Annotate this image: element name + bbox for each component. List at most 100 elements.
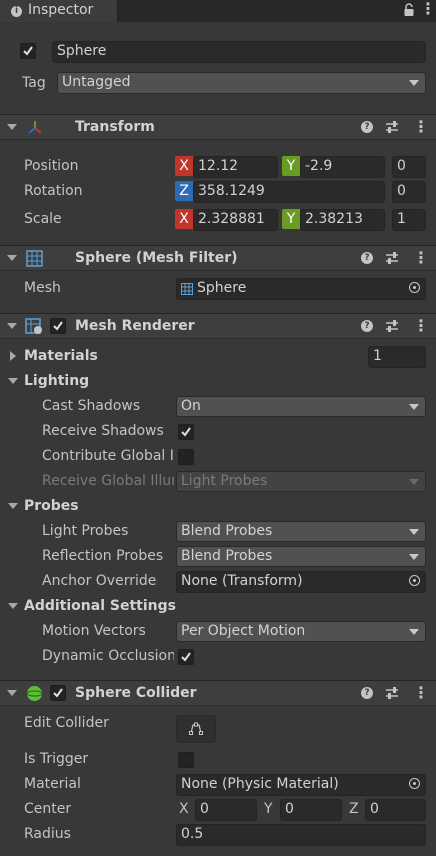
scale-x-axis[interactable]: X — [175, 209, 193, 229]
object-name-field[interactable]: Sphere — [52, 41, 426, 63]
chevron-down-icon — [409, 554, 419, 560]
foldout-arrow-icon[interactable] — [7, 323, 17, 329]
reflection-probes-dropdown[interactable]: Blend Probes — [176, 546, 426, 567]
scale-y-axis[interactable]: Y — [282, 209, 300, 229]
contribute-gi-checkbox[interactable] — [178, 449, 194, 465]
transform-title: Transform — [75, 119, 155, 135]
position-label: Position — [24, 158, 79, 174]
edit-collider-button[interactable] — [176, 715, 216, 743]
tag-value: Untagged — [62, 74, 131, 90]
reflection-probes-value: Blend Probes — [181, 548, 273, 564]
object-picker-icon[interactable] — [409, 575, 420, 586]
physic-material-value: None (Physic Material) — [181, 776, 339, 792]
probes-label[interactable]: Probes — [24, 498, 79, 514]
scale-label: Scale — [24, 211, 62, 227]
component-menu-icon[interactable]: ⋮ — [413, 250, 429, 266]
light-probes-value: Blend Probes — [181, 523, 273, 539]
dynamic-occlusion-checkbox[interactable] — [178, 649, 194, 665]
material-label: Material — [24, 776, 81, 792]
physic-material-field[interactable]: None (Physic Material) — [176, 774, 426, 796]
position-y-field[interactable]: -2.9 — [300, 156, 385, 178]
object-active-checkbox[interactable] — [20, 43, 36, 59]
lock-icon[interactable] — [403, 3, 415, 21]
scale-z-field[interactable]: 1 — [392, 209, 426, 231]
materials-count-field[interactable]: 1 — [368, 346, 426, 368]
tab-menu-icon[interactable]: ⋮ — [420, 1, 436, 17]
materials-foldout-icon[interactable] — [10, 351, 16, 361]
center-z-label[interactable]: Z — [349, 801, 359, 817]
component-menu-icon[interactable]: ⋮ — [413, 119, 429, 135]
cast-shadows-dropdown[interactable]: On — [176, 396, 426, 417]
help-icon[interactable]: ? — [361, 121, 373, 133]
position-z-field[interactable]: 0 — [392, 156, 426, 178]
object-picker-icon[interactable] — [409, 778, 420, 789]
scale-y-field[interactable]: 2.38213 — [300, 209, 385, 231]
additional-settings-foldout-icon[interactable] — [8, 603, 18, 609]
radius-field[interactable]: 0.5 — [176, 824, 426, 846]
motion-vectors-label: Motion Vectors — [42, 623, 146, 639]
mesh-renderer-header[interactable]: Mesh Renderer ? ⋮ — [0, 313, 436, 339]
lighting-foldout-icon[interactable] — [8, 378, 18, 384]
presets-icon[interactable] — [385, 119, 399, 139]
probes-foldout-icon[interactable] — [8, 503, 18, 509]
sphere-collider-enabled-checkbox[interactable] — [50, 685, 66, 701]
is-trigger-checkbox[interactable] — [178, 752, 194, 768]
help-icon[interactable]: ? — [361, 687, 373, 699]
additional-settings-label[interactable]: Additional Settings — [24, 598, 176, 614]
mesh-object-field[interactable]: Sphere — [176, 278, 426, 300]
foldout-arrow-icon[interactable] — [7, 255, 17, 261]
mesh-filter-icon — [26, 250, 43, 271]
cast-shadows-value: On — [181, 398, 201, 414]
dynamic-occlusion-label: Dynamic Occlusion — [42, 648, 174, 664]
rotation-extra-field[interactable]: 0 — [392, 181, 426, 203]
scale-x-field[interactable]: 2.328881 — [193, 209, 278, 231]
center-y-field[interactable]: 0 — [280, 799, 342, 821]
presets-icon[interactable] — [385, 685, 399, 705]
presets-icon[interactable] — [385, 318, 399, 338]
help-icon[interactable]: ? — [361, 252, 373, 264]
center-y-label[interactable]: Y — [264, 801, 273, 817]
object-picker-icon[interactable] — [409, 282, 420, 293]
rotation-z-axis[interactable]: Z — [175, 181, 193, 201]
light-probes-dropdown[interactable]: Blend Probes — [176, 521, 426, 542]
sphere-collider-header[interactable]: Sphere Collider ? ⋮ — [0, 680, 436, 706]
materials-label[interactable]: Materials — [24, 348, 98, 364]
anchor-override-value: None (Transform) — [181, 573, 303, 589]
anchor-override-field[interactable]: None (Transform) — [176, 571, 426, 593]
position-x-axis[interactable]: X — [175, 156, 193, 176]
transform-header[interactable]: Transform ? ⋮ — [0, 114, 436, 140]
position-x-field[interactable]: 12.12 — [193, 156, 278, 178]
is-trigger-label: Is Trigger — [24, 751, 89, 767]
edit-collider-label: Edit Collider — [24, 715, 109, 731]
rotation-label: Rotation — [24, 183, 83, 199]
chevron-down-icon — [409, 404, 419, 410]
rotation-z-field[interactable]: 358.1249 — [193, 181, 385, 203]
mesh-renderer-enabled-checkbox[interactable] — [50, 318, 66, 334]
component-menu-icon[interactable]: ⋮ — [413, 318, 429, 334]
mesh-filter-header[interactable]: Sphere (Mesh Filter) ? ⋮ — [0, 245, 436, 271]
component-menu-icon[interactable]: ⋮ — [413, 685, 429, 701]
chevron-down-icon — [409, 529, 419, 535]
position-y-axis[interactable]: Y — [282, 156, 300, 176]
mesh-icon — [181, 283, 193, 295]
receive-shadows-checkbox[interactable] — [178, 424, 194, 440]
center-z-field[interactable]: 0 — [365, 799, 426, 821]
foldout-arrow-icon[interactable] — [7, 124, 17, 130]
center-x-field[interactable]: 0 — [195, 799, 257, 821]
tab-inspector[interactable]: i Inspector — [0, 0, 118, 22]
sphere-collider-icon — [26, 685, 43, 706]
receive-gi-value: Light Probes — [181, 473, 268, 489]
presets-icon[interactable] — [385, 250, 399, 270]
receive-shadows-label: Receive Shadows — [42, 423, 164, 439]
tag-label: Tag — [22, 75, 46, 91]
lighting-label[interactable]: Lighting — [24, 373, 89, 389]
help-icon[interactable]: ? — [361, 320, 373, 332]
tag-dropdown[interactable]: Untagged — [57, 72, 426, 94]
mesh-label: Mesh — [24, 280, 61, 296]
anchor-override-label: Anchor Override — [42, 573, 157, 589]
motion-vectors-dropdown[interactable]: Per Object Motion — [176, 621, 426, 642]
foldout-arrow-icon[interactable] — [7, 690, 17, 696]
mesh-renderer-icon — [25, 318, 43, 339]
motion-vectors-value: Per Object Motion — [181, 623, 306, 639]
center-x-label[interactable]: X — [179, 801, 189, 817]
